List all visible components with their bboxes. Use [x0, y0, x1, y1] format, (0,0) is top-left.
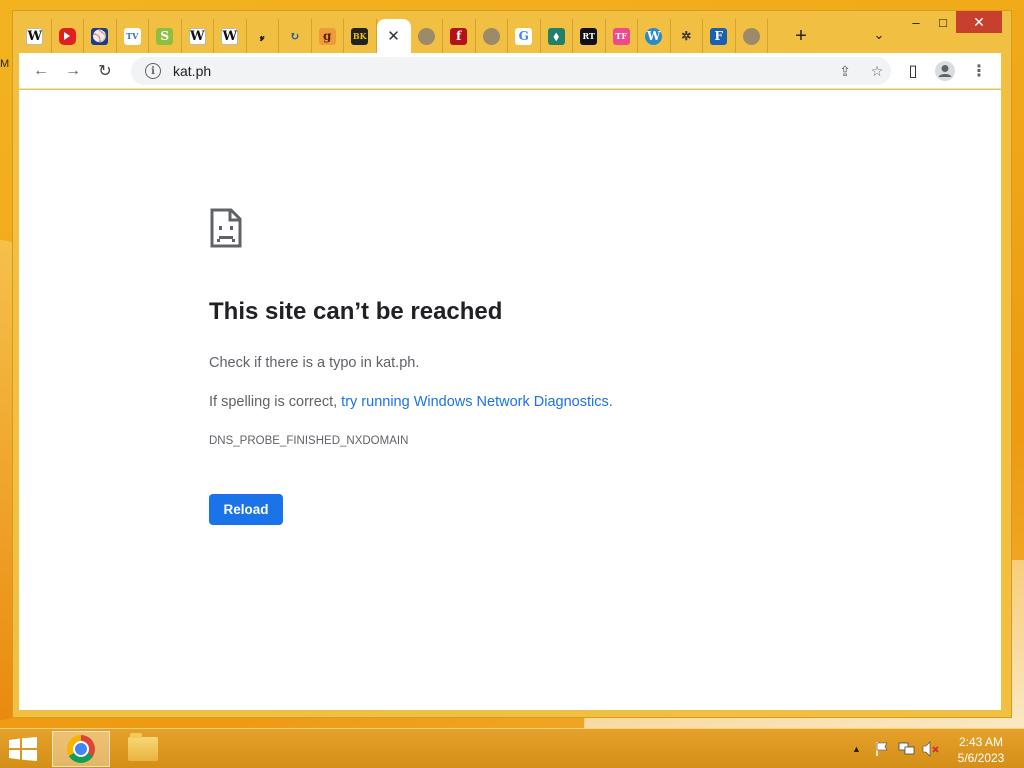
f-icon: f [450, 27, 468, 45]
browser-tab[interactable]: f [443, 19, 476, 53]
globe-icon [482, 27, 500, 45]
diagnostics-suffix: . [608, 394, 613, 410]
browser-tab[interactable]: W [214, 19, 247, 53]
browser-tab[interactable]: ↻ [279, 19, 312, 53]
close-icon[interactable]: ✕ [387, 27, 400, 45]
wikipedia-icon: W [221, 27, 239, 45]
system-clock[interactable]: 2:43 AM 5/6/2023 [952, 734, 1010, 766]
diagnostics-link[interactable]: try running Windows Network Diagnostics [341, 394, 609, 410]
profile-icon [935, 61, 955, 81]
desktop-edge-label: M [0, 58, 10, 70]
browser-tab[interactable]: TV [117, 19, 149, 53]
close-window-button[interactable]: ✕ [956, 11, 1002, 33]
taskbar: ▲ 2:43 AM 5/6/2023 [0, 728, 1024, 768]
action-center-flag-icon[interactable] [874, 741, 890, 757]
bk-icon: BK [351, 27, 369, 45]
browser-tab[interactable]: g [312, 19, 344, 53]
minimize-button[interactable]: – [901, 11, 931, 33]
browser-tab[interactable]: F [703, 19, 736, 53]
reload-button[interactable]: Reload [209, 494, 283, 525]
browser-tab[interactable]: ✲ [671, 19, 703, 53]
tf-icon: TF [612, 27, 630, 45]
youtube-icon [58, 27, 76, 45]
side-panel-button[interactable]: ▯ [901, 59, 925, 83]
wikipedia-icon: W [188, 27, 206, 45]
bookmark-star-icon[interactable]: ☆ [867, 61, 887, 81]
taskbar-chrome[interactable] [52, 731, 110, 767]
back-button[interactable]: ← [29, 59, 53, 83]
map-icon: ⬧ [547, 27, 565, 45]
globe-icon [742, 27, 760, 45]
browser-tab[interactable]: 𝓎 [247, 19, 279, 53]
clock-date: 5/6/2023 [957, 751, 1005, 765]
error-typo-hint: Check if there is a typo in kat.ph. [209, 355, 420, 371]
gear-icon: ✲ [681, 29, 692, 43]
browser-tab[interactable]: W [182, 19, 214, 53]
wordpress-icon: W [645, 27, 663, 45]
tab-active[interactable]: ✕ [376, 19, 411, 53]
browser-tab[interactable] [736, 19, 768, 53]
browser-tab[interactable]: BK [344, 19, 377, 53]
browser-tab[interactable]: G [508, 19, 541, 53]
wikipedia-icon: W [26, 27, 44, 45]
share-icon[interactable]: ⇪ [835, 61, 855, 81]
browser-tab[interactable]: TF [606, 19, 638, 53]
forward-button[interactable]: → [61, 59, 85, 83]
maximize-button[interactable]: □ [928, 11, 958, 33]
clock-time: 2:43 AM [958, 735, 1004, 749]
refresh-arrow-icon: ↻ [289, 29, 300, 43]
y-icon: 𝓎 [259, 31, 265, 41]
folder-icon [128, 733, 158, 761]
chrome-icon [67, 735, 95, 763]
browser-tab[interactable]: ⬧ [541, 19, 573, 53]
volume-muted-icon[interactable] [922, 741, 940, 757]
tv-icon: TV [123, 27, 141, 45]
site-info-icon[interactable]: i [145, 63, 161, 79]
f-square-icon: F [710, 27, 728, 45]
profile-avatar[interactable] [933, 59, 957, 83]
mlb-icon: ⚾ [91, 27, 109, 45]
browser-tab[interactable] [411, 19, 443, 53]
diagnostics-prefix: If spelling is correct, [209, 394, 342, 410]
reload-toolbar-button[interactable]: ↻ [93, 59, 117, 83]
browser-tab[interactable]: ⚾ [84, 19, 117, 53]
url-text[interactable]: kat.ph [173, 63, 211, 79]
windows-start-icon[interactable] [8, 737, 38, 761]
rt-icon: RT [580, 27, 598, 45]
browser-window: W ⚾ TV S W W𝓎 ↻ g BK ✕ f G ⬧ RT TF W ✲ F + ⌄ – □ ✕ ← → ↻ … [12, 10, 1012, 718]
tab-search-button[interactable]: ⌄ [869, 25, 889, 45]
title-bar: W ⚾ TV S W W𝓎 ↻ g BK ✕ f G ⬧ RT TF W ✲ F + ⌄ – □ ✕ [13, 11, 1011, 53]
address-bar[interactable]: i kat.ph ⇪ ☆ [131, 57, 891, 85]
browser-toolbar: ← → ↻ i kat.ph ⇪ ☆ ▯ ⋮ [19, 53, 1001, 89]
error-diagnostics-hint: If spelling is correct, try running Wind… [209, 394, 613, 410]
browser-tab[interactable]: W [19, 19, 52, 53]
browser-tab[interactable] [476, 19, 508, 53]
error-code: DNS_PROBE_FINISHED_NXDOMAIN [209, 435, 409, 447]
globe-icon [417, 27, 435, 45]
tab-strip: W ⚾ TV S W W𝓎 ↻ g BK ✕ f G ⬧ RT TF W ✲ F [19, 19, 768, 53]
google-icon: G [515, 27, 533, 45]
error-title: This site can’t be reached [209, 298, 503, 325]
browser-tab[interactable]: RT [573, 19, 606, 53]
menu-button[interactable]: ⋮ [967, 59, 991, 83]
network-icon[interactable] [898, 741, 916, 757]
browser-tab[interactable]: W [638, 19, 671, 53]
taskbar-file-explorer[interactable] [114, 731, 172, 767]
browser-tab[interactable]: S [149, 19, 182, 53]
tray-expand-icon[interactable]: ▲ [852, 744, 861, 754]
page-content: This site can’t be reached Check if ther… [19, 90, 1001, 710]
sad-page-icon [210, 208, 242, 248]
g-bracket-icon: g [318, 27, 336, 45]
s-icon: S [156, 27, 174, 45]
new-tab-button[interactable]: + [789, 24, 813, 48]
browser-tab[interactable] [52, 19, 84, 53]
